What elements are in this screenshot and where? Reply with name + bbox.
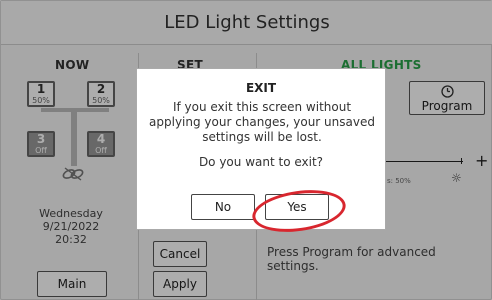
no-button[interactable]: No xyxy=(191,194,255,220)
dialog-message: If you exit this screen without applying… xyxy=(149,100,375,144)
dialog-title: EXIT xyxy=(245,81,277,95)
dialog-question: Do you want to exit? xyxy=(198,155,324,169)
